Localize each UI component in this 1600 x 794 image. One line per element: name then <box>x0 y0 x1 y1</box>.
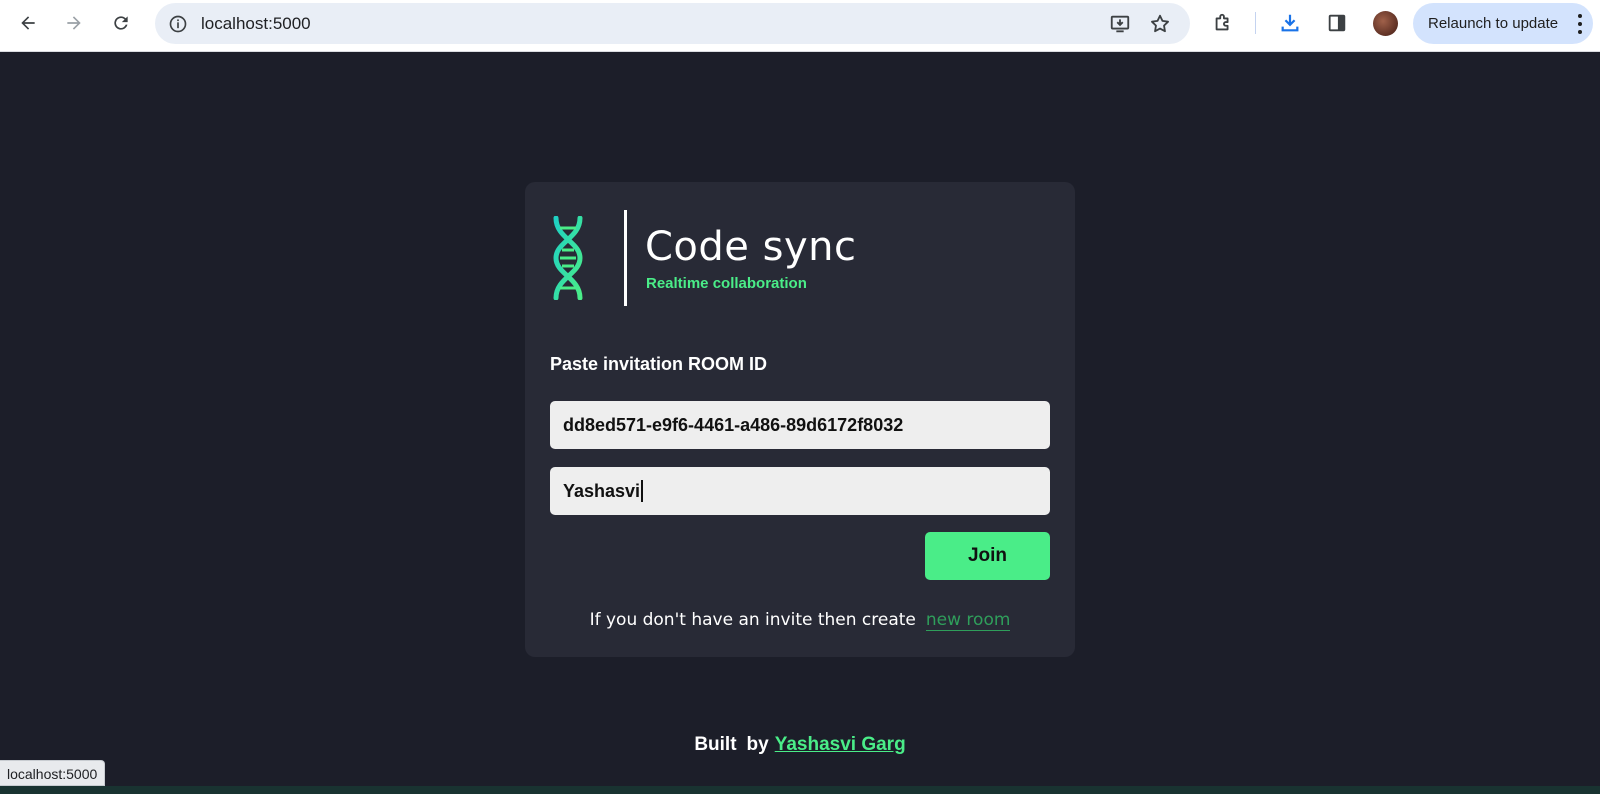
relaunch-label: Relaunch to update <box>1428 15 1559 32</box>
forward-button[interactable] <box>57 6 91 40</box>
browser-toolbar: localhost:5000 Relaunch to update <box>0 0 1600 52</box>
profile-avatar[interactable] <box>1373 11 1398 36</box>
form-heading: Paste invitation ROOM ID <box>550 354 768 374</box>
reload-icon <box>114 16 128 30</box>
room-id-value: dd8ed571-e9f6-4461-a486-89d6172f8032 <box>563 414 904 435</box>
extensions-puzzle-icon[interactable] <box>1210 10 1236 36</box>
page-footer: Built by Yashasvi Garg <box>0 734 1600 756</box>
install-app-icon[interactable] <box>1108 12 1132 36</box>
more-menu-icon[interactable] <box>1577 14 1583 34</box>
url-text: localhost:5000 <box>201 14 311 33</box>
username-input[interactable]: Yashasvi <box>550 467 1050 515</box>
site-info-icon[interactable] <box>167 13 188 34</box>
text-caret <box>641 480 644 502</box>
join-room-card: Code sync Realtime collaboration Paste i… <box>525 182 1075 657</box>
logo-subtitle: Realtime collaboration <box>646 275 807 292</box>
footer-by: by <box>746 734 769 755</box>
relaunch-to-update-button[interactable]: Relaunch to update <box>1413 3 1593 44</box>
new-room-link[interactable]: new room <box>925 610 1011 631</box>
logo-title: Code sync <box>645 224 857 270</box>
status-url-bubble: localhost:5000 <box>0 760 106 786</box>
back-button[interactable] <box>11 6 45 40</box>
reload-button[interactable] <box>104 6 138 40</box>
footer-built: Built <box>694 734 737 755</box>
create-room-text: If you don't have an invite then create <box>589 610 916 630</box>
downloads-icon[interactable] <box>1277 10 1303 36</box>
join-label: Join <box>967 545 1008 566</box>
arrow-right-icon <box>67 16 81 30</box>
create-room-info: If you don't have an invite then create n… <box>525 609 1075 631</box>
toolbar-divider <box>1255 12 1256 34</box>
dna-icon <box>553 216 583 300</box>
taskbar-strip <box>0 786 1600 794</box>
side-panel-icon[interactable] <box>1324 10 1350 36</box>
room-id-input[interactable]: dd8ed571-e9f6-4461-a486-89d6172f8032 <box>550 401 1050 449</box>
username-value: Yashasvi <box>563 480 641 501</box>
app-logo: Code sync Realtime collaboration <box>550 210 856 306</box>
arrow-left-icon <box>21 16 35 30</box>
join-button[interactable]: Join <box>925 532 1050 580</box>
bookmark-star-icon[interactable] <box>1148 12 1172 36</box>
logo-divider <box>624 210 627 306</box>
address-bar[interactable]: localhost:5000 <box>155 3 1190 44</box>
author-link[interactable]: Yashasvi Garg <box>775 734 906 755</box>
